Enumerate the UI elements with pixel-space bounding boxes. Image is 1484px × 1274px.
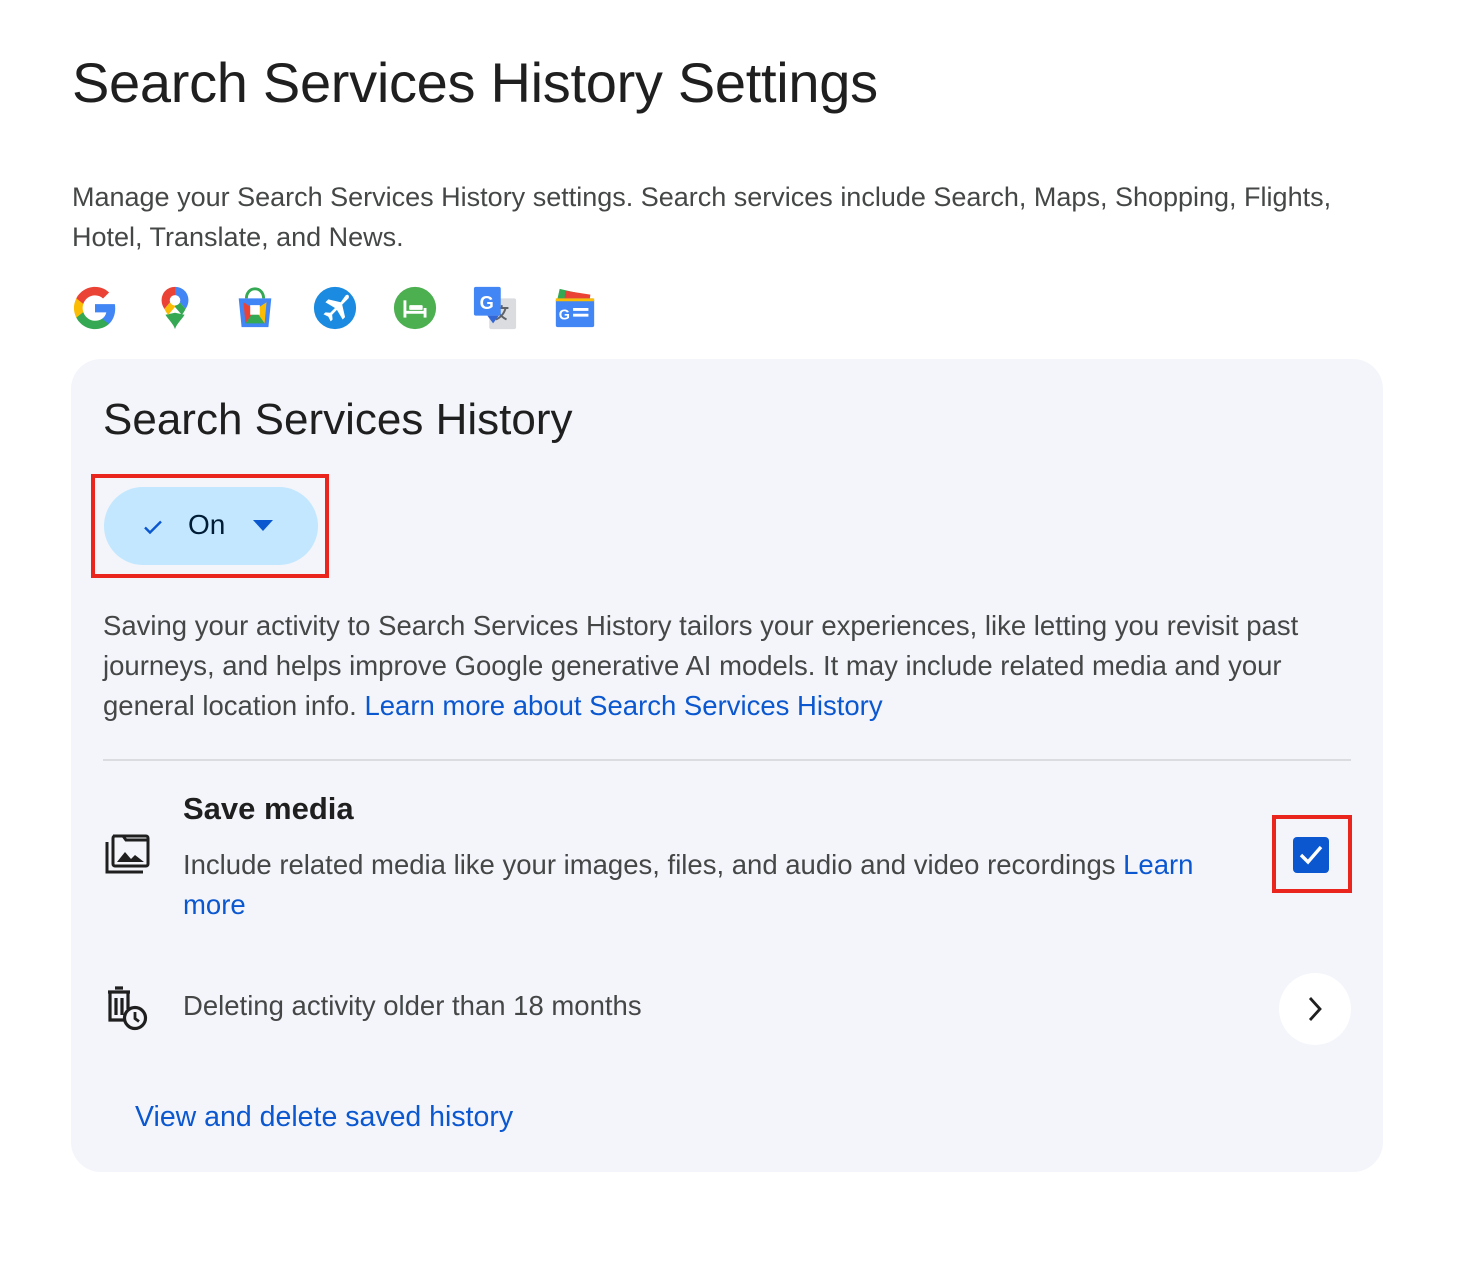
search-services-history-card: Search Services History On Saving your a… — [71, 359, 1383, 1172]
learn-more-history-link[interactable]: Learn more about Search Services History — [364, 690, 882, 721]
google-translate-icon: G — [473, 286, 517, 330]
google-search-icon — [73, 286, 116, 330]
check-icon — [144, 520, 162, 535]
save-media-checkbox[interactable] — [1293, 837, 1329, 873]
svg-text:G: G — [480, 293, 494, 313]
checkmark-icon — [1299, 845, 1323, 865]
google-flights-icon — [313, 286, 357, 330]
photo-library-icon — [105, 834, 150, 874]
save-media-title: Save media — [183, 791, 354, 826]
google-news-icon: G — [555, 288, 595, 328]
view-delete-history-link[interactable]: View and delete saved history — [135, 1101, 513, 1134]
page-intro: Manage your Search Services History sett… — [72, 182, 1332, 252]
google-maps-icon — [161, 286, 189, 330]
history-status-label: On — [188, 509, 226, 540]
svg-text:G: G — [559, 308, 570, 324]
auto-delete-icon — [108, 986, 148, 1031]
caret-down-icon — [253, 520, 273, 531]
google-shopping-icon — [238, 287, 272, 328]
card-title: Search Services History — [103, 395, 573, 444]
save-media-description: Include related media like your images, … — [183, 845, 1243, 925]
save-media-description-text: Include related media like your images, … — [183, 849, 1116, 880]
chevron-right-icon — [1308, 997, 1322, 1021]
history-description: Saving your activity to Search Services … — [103, 606, 1353, 726]
history-status-dropdown[interactable]: On — [104, 487, 318, 565]
auto-delete-text: Deleting activity older than 18 months — [183, 990, 642, 1021]
auto-delete-settings-button[interactable] — [1279, 973, 1351, 1045]
service-icons-row: G G — [72, 285, 598, 333]
section-divider — [103, 759, 1351, 761]
page-title: Search Services History Settings — [72, 51, 878, 114]
google-hotels-icon — [393, 286, 437, 330]
